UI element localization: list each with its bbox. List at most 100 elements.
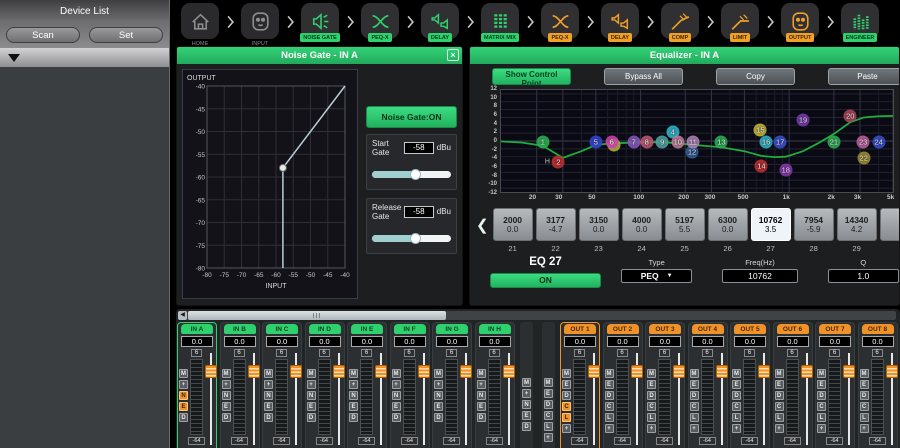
channel-button-L[interactable]: L <box>732 413 741 422</box>
fader-handle[interactable] <box>460 365 472 378</box>
channel-button-+[interactable]: + <box>775 424 784 433</box>
channel-fader[interactable]: MEDCL+ 6 -64 <box>816 347 854 448</box>
fader-rail[interactable] <box>333 351 345 445</box>
channel-fader[interactable]: M+NED 6 -64 <box>178 347 216 448</box>
channel-button-+[interactable]: + <box>817 424 826 433</box>
channel-button-C[interactable]: C <box>605 402 614 411</box>
channel-button-D[interactable]: D <box>775 391 784 400</box>
band-cell-27[interactable]: 10762 3.5 27 <box>751 208 791 253</box>
eq-on-button[interactable]: ON <box>490 273 601 288</box>
channel-button-M[interactable]: M <box>349 369 358 378</box>
channel-fader[interactable]: MEDCL+ 6 -64 <box>731 347 769 448</box>
channel-gain-value[interactable]: 0.0 <box>692 336 724 347</box>
channel-button-M[interactable]: M <box>860 369 869 378</box>
channel-button-M[interactable]: M <box>477 369 486 378</box>
band-cell-partial[interactable] <box>880 208 899 253</box>
channel-button-+[interactable]: + <box>392 380 401 389</box>
fader-rail[interactable] <box>375 351 387 445</box>
fader-handle[interactable] <box>716 365 728 378</box>
channel-button-M[interactable]: M <box>647 369 656 378</box>
channel-button-N[interactable]: N <box>222 391 231 400</box>
channel-strip-in-g[interactable]: IN G 0.0 M+NED 6 -64 <box>432 322 472 448</box>
channel-button-D[interactable]: D <box>264 413 273 422</box>
band-cell-22[interactable]: 3177 -4.7 22 <box>536 208 576 253</box>
channel-button-C[interactable]: C <box>690 402 699 411</box>
start-gate-slider[interactable] <box>372 170 451 180</box>
channel-button-E[interactable]: E <box>307 402 316 411</box>
eq-point-22[interactable]: 22 <box>857 152 870 165</box>
eq-point-2[interactable]: H2 <box>552 156 565 169</box>
toolbar-engineer[interactable]: ENGINEER <box>838 3 882 42</box>
toolbar-limit[interactable]: LIMIT <box>718 3 762 42</box>
channel-strip-in-d[interactable]: IN D 0.0 M+NED 6 -64 <box>305 322 345 448</box>
channel-button-D[interactable]: D <box>349 413 358 422</box>
eq-point-11[interactable]: 11 <box>686 136 699 149</box>
channel-button-D[interactable]: D <box>605 391 614 400</box>
channel-button-N[interactable]: N <box>477 391 486 400</box>
channel-button-+[interactable]: + <box>522 389 531 398</box>
channel-button-E[interactable]: E <box>434 402 443 411</box>
channel-button-E[interactable]: E <box>647 380 656 389</box>
channel-fader[interactable]: MEDCL+ 6 -64 <box>604 347 642 448</box>
channel-button-E[interactable]: E <box>222 402 231 411</box>
channel-strip-in-f[interactable]: IN F 0.0 M+NED 6 -64 <box>390 322 430 448</box>
fader-handle[interactable] <box>290 365 302 378</box>
channel-button-C[interactable]: C <box>817 402 826 411</box>
channel-strip-out-4[interactable]: OUT 4 0.0 MEDCL+ 6 -64 <box>688 322 728 448</box>
channel-button-M[interactable]: M <box>544 378 553 387</box>
channel-button-D[interactable]: D <box>817 391 826 400</box>
fader-rail[interactable] <box>716 351 728 445</box>
channel-gain-value[interactable]: 0.0 <box>607 336 639 347</box>
channel-button-E[interactable]: E <box>264 402 273 411</box>
toolbar-output[interactable]: OUTPUT <box>778 3 822 42</box>
scroll-left-arrow-icon[interactable]: ◀ <box>178 311 187 320</box>
start-gate-value[interactable]: -58 <box>404 142 434 154</box>
release-gate-slider[interactable] <box>372 234 451 244</box>
channel-button-C[interactable]: C <box>775 402 784 411</box>
toolbar-noise-gate[interactable]: NOISE GATE <box>298 3 342 42</box>
fader-handle[interactable] <box>758 365 770 378</box>
channel-fader[interactable]: M+NED 6 -64 <box>476 347 514 448</box>
eq-point-16[interactable]: 16 <box>760 136 773 149</box>
fader-handle[interactable] <box>503 365 515 378</box>
channel-fader[interactable]: MEDCL+ 6 -64 <box>561 347 599 448</box>
channel-strip-out-3[interactable]: OUT 3 0.0 MEDCL+ 6 -64 <box>645 322 685 448</box>
scrollbar-thumb[interactable] <box>188 311 446 320</box>
channel-button-E[interactable]: E <box>562 380 571 389</box>
channel-button-D[interactable]: D <box>860 391 869 400</box>
fader-handle[interactable] <box>248 365 260 378</box>
channel-button-D[interactable]: D <box>690 391 699 400</box>
fader-rail[interactable] <box>205 351 217 445</box>
eq-point-19[interactable]: 19 <box>797 114 810 127</box>
channel-button-+[interactable]: + <box>179 380 188 389</box>
channel-button-E[interactable]: E <box>349 402 358 411</box>
channel-button-+[interactable]: + <box>732 424 741 433</box>
eq-point-13[interactable]: 13 <box>715 136 728 149</box>
channel-gain-value[interactable]: 0.0 <box>309 336 341 347</box>
eq-type-dropdown[interactable]: PEQ ▼ <box>621 269 692 283</box>
channel-button-C[interactable]: C <box>544 411 553 420</box>
eq-point-7[interactable]: 7 <box>627 136 640 149</box>
fader-rail[interactable] <box>503 351 515 445</box>
paste-button[interactable]: Paste <box>828 68 900 85</box>
slider-handle[interactable] <box>410 233 421 244</box>
eq-point-17[interactable]: 17 <box>774 136 787 149</box>
channel-button-+[interactable]: + <box>690 424 699 433</box>
channel-strip-out-8[interactable]: OUT 8 0.0 MEDCL+ 6 -64 <box>858 322 898 448</box>
channel-button-M[interactable]: M <box>434 369 443 378</box>
bypass-all-button[interactable]: Bypass All <box>604 68 683 85</box>
channel-gain-value[interactable]: 0.0 <box>564 336 596 347</box>
close-icon[interactable]: × <box>447 49 459 61</box>
device-tree-expander[interactable] <box>0 48 169 67</box>
channel-button-M[interactable]: M <box>605 369 614 378</box>
fader-rail[interactable] <box>673 351 685 445</box>
band-cell-21[interactable]: 2000 0.0 21 <box>493 208 533 253</box>
channel-button-N[interactable]: N <box>434 391 443 400</box>
toolbar-delay-input[interactable]: DELAY <box>418 3 462 42</box>
channel-fader[interactable]: M+NED 6 -64 <box>348 347 386 448</box>
eq-point-14[interactable]: 14 <box>755 160 768 173</box>
fader-handle[interactable] <box>588 365 600 378</box>
channel-button-D[interactable]: D <box>522 422 531 431</box>
toolbar-home[interactable]: HOME <box>178 3 222 48</box>
meter-horizontal-scrollbar[interactable]: ◀ <box>178 311 896 320</box>
